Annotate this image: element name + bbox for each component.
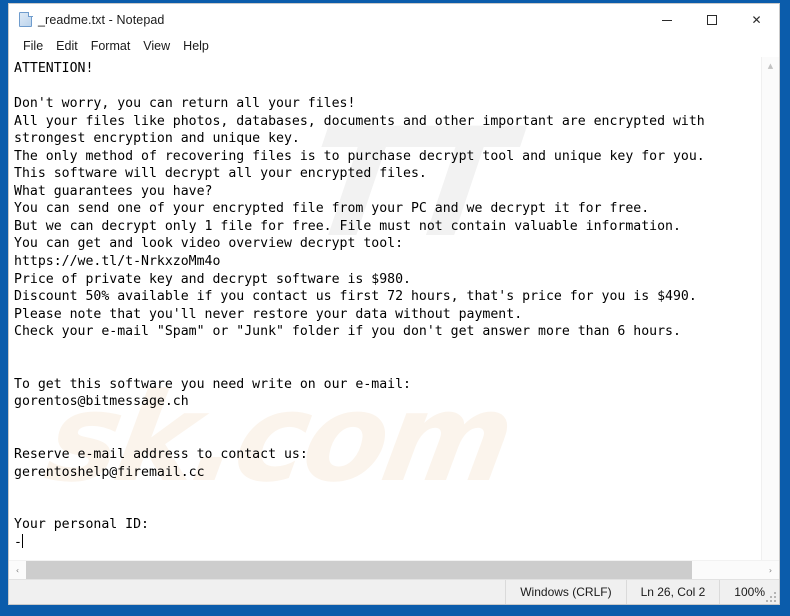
scroll-left-arrow-icon[interactable]: ‹ [9,561,26,579]
text-editor-area[interactable]: TT sk.com ATTENTION! Don't worry, you ca… [9,57,761,560]
minimize-icon [661,19,672,21]
horizontal-scroll-thumb[interactable] [26,561,693,579]
minimize-button[interactable] [644,4,689,36]
scroll-right-arrow-icon[interactable]: › [762,561,779,579]
horizontal-scrollbar[interactable]: ‹ › [9,560,779,579]
notepad-document-icon [18,12,34,28]
maximize-icon [706,15,717,25]
close-icon: ✕ [751,13,762,27]
window-controls: ✕ [644,4,779,36]
menu-item-edit[interactable]: Edit [50,38,85,55]
scroll-up-arrow-icon[interactable]: ▲ [762,57,779,74]
status-cursor-position: Ln 26, Col 2 [627,580,721,604]
desktop-background: _readme.txt - Notepad ✕ File Edit Format… [0,0,790,616]
close-button[interactable]: ✕ [734,4,779,36]
menu-item-view[interactable]: View [137,38,177,55]
status-bar-spacer [9,580,507,604]
menu-item-file[interactable]: File [17,38,50,55]
vertical-scrollbar[interactable]: ▲ [761,57,779,560]
status-zoom-level: 100% [734,585,765,599]
title-bar-left: _readme.txt - Notepad [9,12,644,28]
window-title: _readme.txt - Notepad [38,13,165,27]
menu-item-format[interactable]: Format [85,38,138,55]
status-encoding: Windows (CRLF) [506,580,627,604]
title-bar[interactable]: _readme.txt - Notepad ✕ [9,4,779,36]
editor-region: TT sk.com ATTENTION! Don't worry, you ca… [9,56,779,560]
notepad-window: _readme.txt - Notepad ✕ File Edit Format… [8,3,780,605]
status-bar: Windows (CRLF) Ln 26, Col 2 100% [9,579,779,604]
menu-bar: File Edit Format View Help [9,36,779,56]
ransom-note-text[interactable]: ATTENTION! Don't worry, you can return a… [9,57,761,551]
text-caret [21,533,23,548]
maximize-button[interactable] [689,4,734,36]
horizontal-scroll-track[interactable] [26,561,762,579]
menu-item-help[interactable]: Help [177,38,216,55]
